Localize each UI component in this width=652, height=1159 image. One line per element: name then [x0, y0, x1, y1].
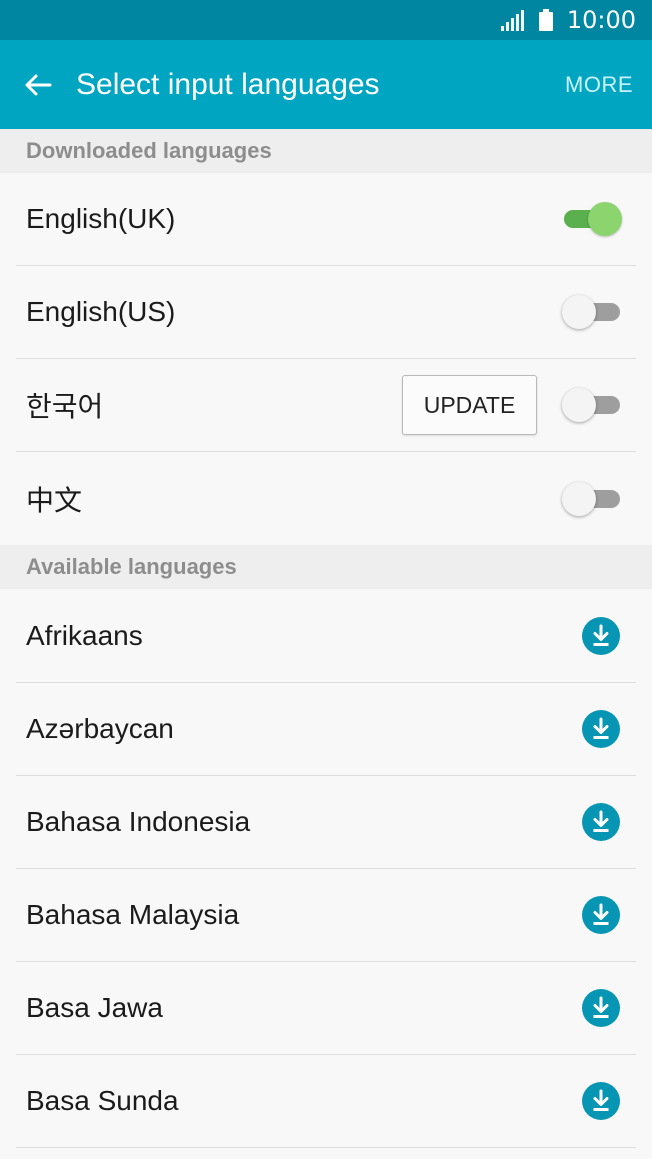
language-label: English(US)	[26, 296, 176, 327]
language-row-afrikaans[interactable]: Afrikaans	[16, 590, 636, 683]
update-button[interactable]: UPDATE	[402, 375, 537, 435]
available-languages-header: Available languages	[0, 545, 652, 589]
battery-icon	[538, 9, 553, 31]
language-label: Basa Jawa	[26, 992, 163, 1023]
language-label: Bahasa Malaysia	[26, 899, 240, 930]
language-row-korean[interactable]: 한국어 UPDATE	[16, 359, 636, 452]
language-label: 中文	[26, 483, 83, 517]
language-row-basa-jawa[interactable]: Basa Jawa	[16, 962, 636, 1055]
downloaded-languages-header: Downloaded languages	[0, 129, 652, 173]
download-icon[interactable]	[582, 617, 620, 655]
language-row-basa-sunda[interactable]: Basa Sunda	[16, 1055, 636, 1148]
language-label: Azərbaycan	[26, 713, 174, 744]
status-time: 10:00	[566, 6, 636, 34]
language-label: Afrikaans	[26, 620, 143, 651]
more-button[interactable]: MORE	[565, 72, 633, 98]
language-toggle[interactable]	[562, 202, 622, 236]
language-toggle[interactable]	[562, 295, 622, 329]
language-label: Basa Sunda	[26, 1085, 179, 1116]
page-title: Select input languages	[76, 67, 380, 101]
language-row-bahasa-indonesia[interactable]: Bahasa Indonesia	[16, 776, 636, 869]
language-row-english-us[interactable]: English(US)	[16, 266, 636, 359]
download-icon[interactable]	[582, 710, 620, 748]
back-button[interactable]	[0, 40, 76, 129]
status-bar: 10:00	[0, 0, 652, 40]
download-icon[interactable]	[582, 989, 620, 1027]
download-icon[interactable]	[582, 803, 620, 841]
language-row-english-uk[interactable]: English(UK)	[16, 173, 636, 266]
language-label: English(UK)	[26, 203, 176, 234]
language-row-azerbaycan[interactable]: Azərbaycan	[16, 683, 636, 776]
language-row-bahasa-malaysia[interactable]: Bahasa Malaysia	[16, 869, 636, 962]
back-arrow-icon	[25, 74, 52, 95]
app-bar: Select input languages MORE	[0, 40, 652, 129]
language-toggle[interactable]	[562, 481, 622, 516]
download-icon[interactable]	[582, 1082, 620, 1120]
language-row-chinese[interactable]: 中文	[16, 452, 636, 545]
language-label: 한국어	[26, 390, 104, 423]
signal-icon	[500, 9, 525, 31]
download-icon[interactable]	[582, 896, 620, 934]
language-label: Bahasa Indonesia	[26, 806, 251, 837]
language-toggle[interactable]	[562, 388, 622, 422]
